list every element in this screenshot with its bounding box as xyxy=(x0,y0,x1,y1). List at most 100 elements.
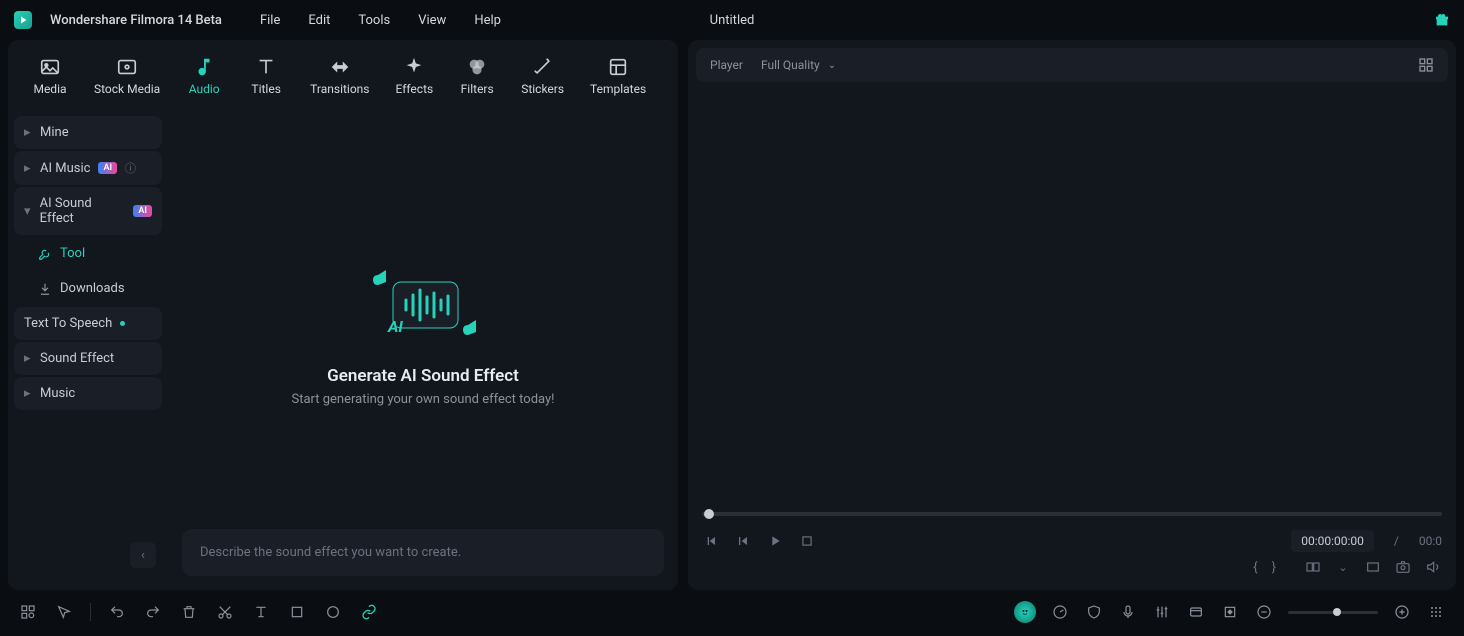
scrubber[interactable] xyxy=(702,512,1442,516)
track-options-icon[interactable] xyxy=(1426,602,1446,622)
menu-file[interactable]: File xyxy=(260,13,280,28)
menu-view[interactable]: View xyxy=(418,13,446,28)
scrubber-knob[interactable] xyxy=(704,509,714,519)
hero-subtitle: Start generating your own sound effect t… xyxy=(291,392,554,407)
shield-icon[interactable] xyxy=(1084,602,1104,622)
sidebar-item-ai-music[interactable]: ▸AI MusicAIⓘ xyxy=(14,151,162,185)
prompt-box[interactable] xyxy=(182,529,664,576)
tab-filters[interactable]: Filters xyxy=(449,50,505,102)
meter-icon[interactable] xyxy=(1050,602,1070,622)
sound-effect-prompt-input[interactable] xyxy=(200,545,646,560)
tab-media[interactable]: Media xyxy=(22,50,78,102)
sparkle-icon xyxy=(403,56,425,78)
sidebar-item-music[interactable]: ▸Music xyxy=(14,377,162,410)
media-tabs: Media Stock Media Audio Titles Transitio… xyxy=(8,40,678,110)
color-icon[interactable] xyxy=(323,602,343,622)
content-area: AI Generate AI Sound Effect Start genera… xyxy=(168,110,678,590)
tab-audio[interactable]: Audio xyxy=(176,50,232,102)
titlebar: Wondershare Filmora 14 Beta File Edit To… xyxy=(0,0,1464,40)
stop-button[interactable] xyxy=(798,532,816,550)
audio-sidebar: ▸Mine ▸AI MusicAIⓘ ▾AI Sound EffectAI To… xyxy=(8,110,168,590)
svg-text:AI: AI xyxy=(387,317,403,336)
redo-icon[interactable] xyxy=(143,602,163,622)
gift-icon[interactable] xyxy=(1434,12,1450,28)
tab-effects[interactable]: Effects xyxy=(386,50,444,102)
indicator-dot xyxy=(120,321,125,326)
layout-grid-icon[interactable] xyxy=(1418,57,1434,73)
apps-icon[interactable] xyxy=(18,602,38,622)
tab-titles[interactable]: Titles xyxy=(238,50,294,102)
quality-selector[interactable]: Full Quality ⌄ xyxy=(761,58,836,72)
volume-icon[interactable] xyxy=(1424,558,1442,576)
step-back-button[interactable] xyxy=(734,532,752,550)
brace-close[interactable]: } xyxy=(1272,560,1276,575)
image-icon xyxy=(39,56,61,78)
chevron-down-icon: ▾ xyxy=(24,204,32,219)
player-panel: Player Full Quality ⌄ 00:00:00:00 / 00:0 xyxy=(688,40,1456,590)
hero-title: Generate AI Sound Effect xyxy=(291,366,554,386)
undo-icon[interactable] xyxy=(107,602,127,622)
layout-icon xyxy=(607,56,629,78)
separator xyxy=(90,603,91,621)
media-panel: Media Stock Media Audio Titles Transitio… xyxy=(8,40,678,590)
text-icon xyxy=(255,56,277,78)
app-logo xyxy=(14,11,32,29)
menu-tools[interactable]: Tools xyxy=(358,13,390,28)
download-icon xyxy=(38,282,52,296)
expand-icon[interactable] xyxy=(1364,558,1382,576)
filters-icon xyxy=(466,56,488,78)
tab-transitions[interactable]: Transitions xyxy=(300,50,379,102)
chevron-right-icon: ▸ xyxy=(24,351,32,366)
timecode-slash: / xyxy=(1394,534,1399,548)
sidebar-item-mine[interactable]: ▸Mine xyxy=(14,116,162,149)
ai-assistant-button[interactable] xyxy=(1014,601,1036,623)
ai-sound-illustration: AI xyxy=(358,260,488,350)
menu-edit[interactable]: Edit xyxy=(308,13,330,28)
sidebar-item-ai-sound-effect[interactable]: ▾AI Sound EffectAI xyxy=(14,187,162,235)
zoom-out-button[interactable] xyxy=(1254,602,1274,622)
zoom-in-button[interactable] xyxy=(1392,602,1412,622)
keyframe-icon[interactable] xyxy=(1220,602,1240,622)
menu-help[interactable]: Help xyxy=(474,13,501,28)
zoom-knob[interactable] xyxy=(1333,608,1341,616)
sidebar-item-tool[interactable]: Tool xyxy=(14,237,162,270)
mixer-icon[interactable] xyxy=(1152,602,1172,622)
brace-open[interactable]: { xyxy=(1253,560,1257,575)
sidebar-item-downloads[interactable]: Downloads xyxy=(14,272,162,305)
prev-frame-button[interactable] xyxy=(702,532,720,550)
cloud-media-icon xyxy=(116,56,138,78)
collapse-sidebar-button[interactable]: ‹ xyxy=(130,542,156,568)
play-button[interactable] xyxy=(766,532,784,550)
chevron-down-icon[interactable]: ⌄ xyxy=(1334,558,1352,576)
player-viewport xyxy=(688,90,1456,502)
mic-icon[interactable] xyxy=(1118,602,1138,622)
crop-icon[interactable] xyxy=(287,602,307,622)
help-icon[interactable]: ⓘ xyxy=(125,160,136,176)
sidebar-item-sound-effect[interactable]: ▸Sound Effect xyxy=(14,342,162,375)
chevron-right-icon: ▸ xyxy=(24,161,32,176)
sidebar-item-tts[interactable]: Text To Speech xyxy=(14,307,162,340)
ai-badge: AI xyxy=(98,162,117,174)
tab-stock-media[interactable]: Stock Media xyxy=(84,50,170,102)
tool-icon xyxy=(38,247,52,261)
player-header: Player Full Quality ⌄ xyxy=(696,48,1448,82)
timecode-total: 00:0 xyxy=(1419,534,1442,548)
menu-bar: File Edit Tools View Help xyxy=(260,13,501,28)
hero: AI Generate AI Sound Effect Start genera… xyxy=(291,260,554,407)
zoom-slider[interactable] xyxy=(1288,611,1378,614)
tab-stickers[interactable]: Stickers xyxy=(511,50,574,102)
chevron-right-icon: ▸ xyxy=(24,386,32,401)
tab-templates[interactable]: Templates xyxy=(580,50,656,102)
marker-icon[interactable] xyxy=(1186,602,1206,622)
chevron-right-icon: ▸ xyxy=(24,125,32,140)
snapshot-icon[interactable] xyxy=(1394,558,1412,576)
link-icon[interactable] xyxy=(359,602,379,622)
app-title: Wondershare Filmora 14 Beta xyxy=(50,13,222,28)
pointer-icon[interactable] xyxy=(54,602,74,622)
cut-icon[interactable] xyxy=(215,602,235,622)
delete-icon[interactable] xyxy=(179,602,199,622)
compare-icon[interactable] xyxy=(1304,558,1322,576)
text-tool-icon[interactable] xyxy=(251,602,271,622)
timeline-toolbar xyxy=(0,590,1464,634)
document-title: Untitled xyxy=(710,13,755,28)
